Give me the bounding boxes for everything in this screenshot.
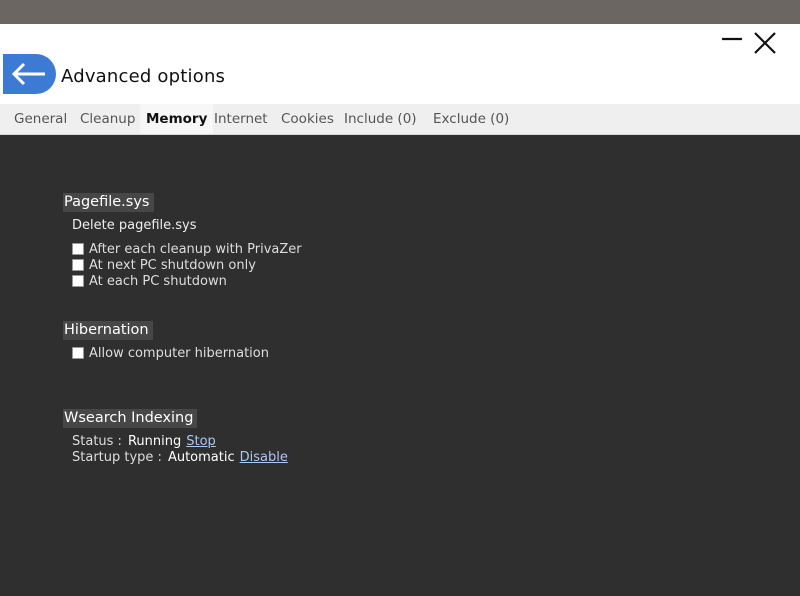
- hibernation-heading: Hibernation: [63, 321, 153, 340]
- tab-cookies[interactable]: Cookies: [275, 104, 340, 134]
- checkbox-box[interactable]: [72, 275, 84, 287]
- checkbox-box[interactable]: [72, 243, 84, 255]
- advanced-options-window: Advanced options General Cleanup Memory …: [0, 24, 800, 596]
- status-label: Status :: [72, 434, 122, 449]
- window-title: Advanced options: [61, 66, 226, 87]
- tab-cleanup[interactable]: Cleanup: [74, 104, 141, 134]
- checkbox-label: Allow computer hibernation: [89, 345, 269, 361]
- tab-bar: General Cleanup Memory Internet Cookies …: [0, 104, 800, 135]
- checkbox-after-each-cleanup[interactable]: After each cleanup with PrivaZer: [72, 241, 302, 257]
- wsearch-startup-row: Startup type : Automatic Disable: [72, 450, 288, 465]
- tab-include[interactable]: Include (0): [338, 104, 423, 134]
- title-bar: Advanced options: [0, 24, 800, 104]
- wsearch-status-row: Status : Running Stop: [72, 434, 216, 449]
- checkbox-box[interactable]: [72, 259, 84, 271]
- checkbox-label: At each PC shutdown: [89, 273, 227, 289]
- disable-link[interactable]: Disable: [240, 450, 288, 465]
- tab-exclude[interactable]: Exclude (0): [427, 104, 515, 134]
- checkbox-label: After each cleanup with PrivaZer: [89, 241, 302, 257]
- wsearch-heading: Wsearch Indexing: [63, 409, 198, 428]
- checkbox-box[interactable]: [72, 347, 84, 359]
- tab-internet[interactable]: Internet: [208, 104, 274, 134]
- checkbox-next-shutdown-only[interactable]: At next PC shutdown only: [72, 257, 256, 273]
- pagefile-heading: Pagefile.sys: [63, 193, 154, 212]
- minimize-button[interactable]: [721, 30, 743, 52]
- close-button[interactable]: [752, 30, 778, 56]
- back-button[interactable]: [3, 54, 56, 94]
- checkbox-allow-hibernation[interactable]: Allow computer hibernation: [72, 345, 269, 361]
- checkbox-label: At next PC shutdown only: [89, 257, 256, 273]
- tab-memory[interactable]: Memory: [140, 104, 214, 134]
- close-icon: [752, 32, 778, 60]
- tab-general[interactable]: General: [8, 104, 73, 134]
- minimize-icon: [721, 37, 743, 56]
- stop-link[interactable]: Stop: [186, 434, 216, 449]
- pagefile-subheading: Delete pagefile.sys: [72, 218, 197, 233]
- startup-label: Startup type :: [72, 450, 162, 465]
- status-value: Running: [127, 434, 182, 449]
- checkbox-each-shutdown[interactable]: At each PC shutdown: [72, 273, 227, 289]
- startup-value: Automatic: [167, 450, 235, 465]
